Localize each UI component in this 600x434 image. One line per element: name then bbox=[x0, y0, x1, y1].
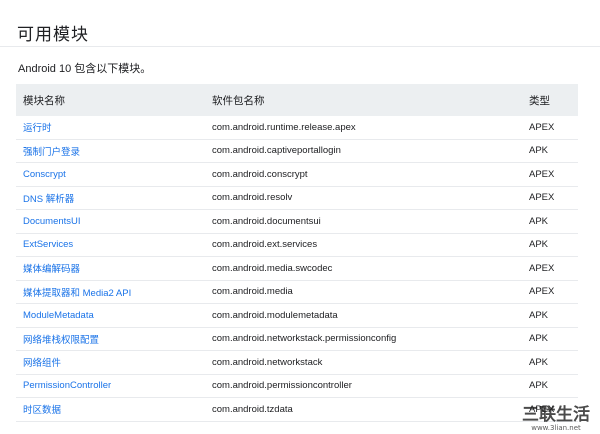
table-row: ModuleMetadata com.android.modulemetadata… bbox=[16, 303, 578, 328]
module-type-cell: APEX bbox=[522, 397, 578, 422]
module-type-cell: APK bbox=[522, 327, 578, 351]
module-name-cell: PermissionController bbox=[16, 374, 205, 398]
module-name-cell: DocumentsUI bbox=[16, 209, 205, 234]
module-type-cell: APEX bbox=[522, 186, 578, 210]
table-row: 网络组件 com.android.networkstack APK bbox=[16, 350, 578, 375]
table-header-row: 模块名称 软件包名称 类型 bbox=[16, 84, 578, 116]
module-type-cell: APK bbox=[522, 350, 578, 375]
page-title: 可用模块 bbox=[17, 25, 89, 44]
module-name-link[interactable]: 网络组件 bbox=[23, 358, 61, 369]
package-name-cell: com.android.permissioncontroller bbox=[205, 374, 522, 398]
table-row: 媒体编解码器 com.android.media.swcodec APEX bbox=[16, 256, 578, 281]
modules-table: 模块名称 软件包名称 类型 运行时 com.android.runtime.rel… bbox=[16, 84, 578, 422]
package-name-cell: com.android.networkstack bbox=[205, 350, 522, 375]
module-name-link[interactable]: 媒体编解码器 bbox=[23, 264, 80, 275]
module-name-cell: 网络组件 bbox=[16, 350, 205, 375]
module-name-cell: ModuleMetadata bbox=[16, 303, 205, 328]
module-name-cell: 强制门户登录 bbox=[16, 139, 205, 163]
module-type-cell: APK bbox=[522, 374, 578, 398]
module-name-link[interactable]: Conscrypt bbox=[23, 169, 66, 180]
module-name-link[interactable]: 时区数据 bbox=[23, 405, 61, 416]
module-name-cell: 网络堆栈权限配置 bbox=[16, 327, 205, 351]
module-name-cell: ExtServices bbox=[16, 233, 205, 257]
module-name-link[interactable]: 媒体提取器和 Media2 API bbox=[23, 288, 131, 299]
module-name-link[interactable]: 运行时 bbox=[23, 123, 52, 134]
header-module-name: 模块名称 bbox=[16, 84, 205, 116]
module-type-cell: APEX bbox=[522, 162, 578, 187]
table-row: 强制门户登录 com.android.captiveportallogin APK bbox=[16, 139, 578, 163]
package-name-cell: com.android.resolv bbox=[205, 186, 522, 210]
modules-table-container: 模块名称 软件包名称 类型 运行时 com.android.runtime.rel… bbox=[16, 84, 578, 422]
header-package-name: 软件包名称 bbox=[205, 84, 522, 116]
module-name-cell: DNS 解析器 bbox=[16, 186, 205, 210]
package-name-cell: com.android.conscrypt bbox=[205, 162, 522, 187]
module-type-cell: APEX bbox=[522, 280, 578, 304]
intro-text: Android 10 包含以下模块。 bbox=[18, 63, 152, 75]
table-row: 时区数据 com.android.tzdata APEX bbox=[16, 397, 578, 422]
package-name-cell: com.android.networkstack.permissionconfi… bbox=[205, 327, 522, 351]
module-name-link[interactable]: DocumentsUI bbox=[23, 216, 81, 227]
package-name-cell: com.android.documentsui bbox=[205, 209, 522, 234]
table-row: 网络堆栈权限配置 com.android.networkstack.permiss… bbox=[16, 327, 578, 351]
package-name-cell: com.android.media bbox=[205, 280, 522, 304]
module-name-cell: 运行时 bbox=[16, 116, 205, 140]
package-name-cell: com.android.modulemetadata bbox=[205, 303, 522, 328]
module-type-cell: APEX bbox=[522, 116, 578, 140]
watermark-subtext: www.3lian.net bbox=[531, 424, 581, 432]
module-name-link[interactable]: ModuleMetadata bbox=[23, 310, 94, 321]
table-row: 运行时 com.android.runtime.release.apex APEX bbox=[16, 116, 578, 140]
title-divider bbox=[0, 46, 600, 47]
module-name-cell: Conscrypt bbox=[16, 162, 205, 187]
table-row: ExtServices com.android.ext.services APK bbox=[16, 233, 578, 257]
table-row: Conscrypt com.android.conscrypt APEX bbox=[16, 162, 578, 187]
module-type-cell: APK bbox=[522, 233, 578, 257]
module-name-link[interactable]: ExtServices bbox=[23, 239, 73, 250]
module-name-link[interactable]: DNS 解析器 bbox=[23, 194, 74, 205]
module-type-cell: APK bbox=[522, 209, 578, 234]
package-name-cell: com.android.tzdata bbox=[205, 397, 522, 422]
table-row: DocumentsUI com.android.documentsui APK bbox=[16, 209, 578, 234]
package-name-cell: com.android.media.swcodec bbox=[205, 256, 522, 281]
module-type-cell: APK bbox=[522, 139, 578, 163]
module-name-link[interactable]: 网络堆栈权限配置 bbox=[23, 335, 99, 346]
package-name-cell: com.android.ext.services bbox=[205, 233, 522, 257]
module-name-link[interactable]: 强制门户登录 bbox=[23, 147, 80, 158]
module-name-cell: 时区数据 bbox=[16, 397, 205, 422]
header-type: 类型 bbox=[522, 84, 578, 116]
module-type-cell: APK bbox=[522, 303, 578, 328]
table-row: 媒体提取器和 Media2 API com.android.media APEX bbox=[16, 280, 578, 304]
package-name-cell: com.android.runtime.release.apex bbox=[205, 116, 522, 140]
module-name-cell: 媒体提取器和 Media2 API bbox=[16, 280, 205, 304]
package-name-cell: com.android.captiveportallogin bbox=[205, 139, 522, 163]
module-name-link[interactable]: PermissionController bbox=[23, 380, 111, 391]
module-name-cell: 媒体编解码器 bbox=[16, 256, 205, 281]
table-row: PermissionController com.android.permissi… bbox=[16, 374, 578, 398]
module-type-cell: APEX bbox=[522, 256, 578, 281]
table-row: DNS 解析器 com.android.resolv APEX bbox=[16, 186, 578, 210]
